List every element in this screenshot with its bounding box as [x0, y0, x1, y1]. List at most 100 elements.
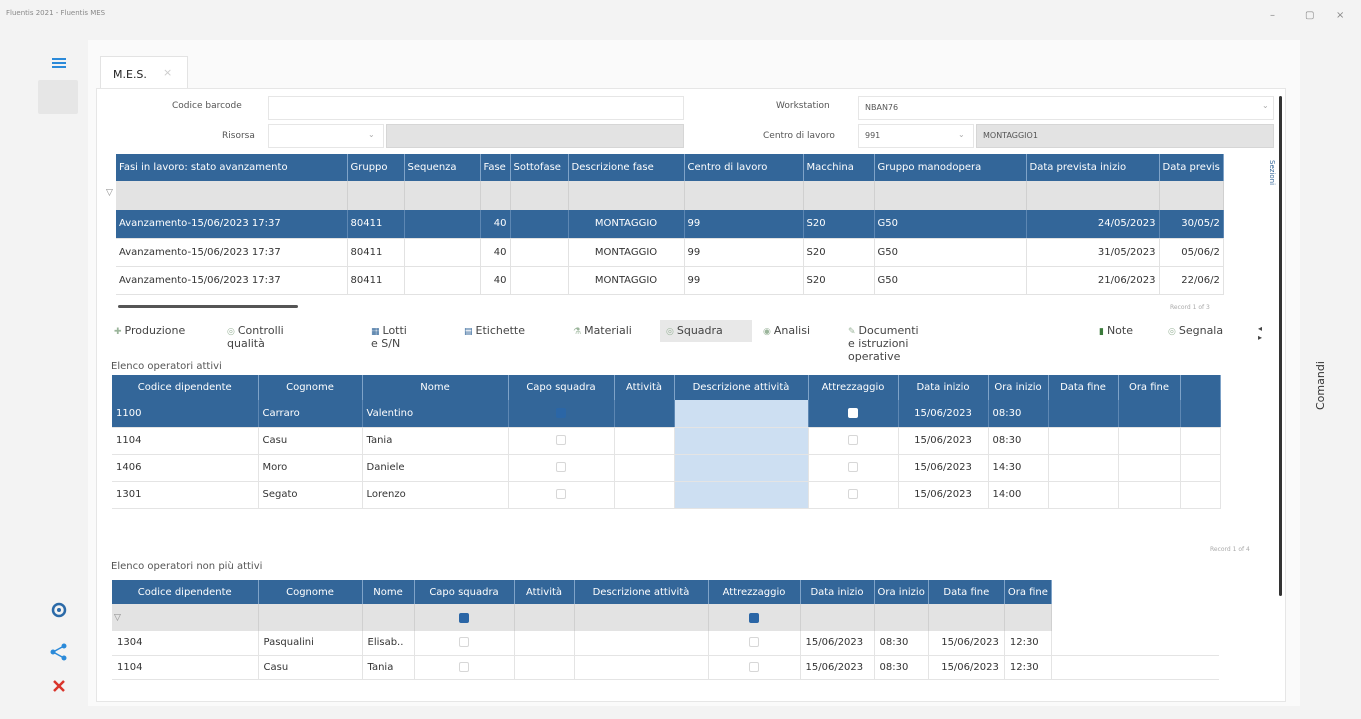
close-button[interactable]	[38, 672, 78, 706]
capo-squadra-checkbox[interactable]	[508, 481, 615, 509]
table-row[interactable]: 1304 Pasqualini Elisab.. 15/06/2023 08:3…	[112, 631, 1220, 656]
col-header[interactable]: Descrizione attività	[574, 580, 709, 604]
capo-squadra-checkbox[interactable]	[414, 655, 515, 680]
col-header[interactable]: Data prevista inizio	[1026, 154, 1160, 181]
col-header[interactable]: Capo squadra	[414, 580, 515, 604]
risorsa-label: Risorsa	[222, 131, 255, 141]
col-header[interactable]: Ora fine	[1004, 580, 1052, 604]
table-row[interactable]: 1100 Carraro Valentino 15/06/2023 08:30	[112, 400, 1221, 428]
tab-mes[interactable]: M.E.S. ×	[100, 56, 188, 90]
attrezzaggio-checkbox[interactable]	[808, 400, 899, 428]
workstation-label: Workstation	[776, 101, 830, 111]
barcode-input[interactable]	[268, 96, 684, 120]
capo-squadra-checkbox[interactable]	[508, 454, 615, 482]
col-header[interactable]: Data inizio	[898, 375, 989, 400]
capo-squadra-checkbox[interactable]	[508, 400, 615, 428]
tab-documenti[interactable]: ✎ Documenti e istruzioni operative	[848, 320, 919, 363]
cell	[510, 266, 569, 295]
table-row[interactable]: 1406 Moro Daniele 15/06/2023 14:30	[112, 454, 1221, 482]
tab-note[interactable]: ▮ Note	[1099, 320, 1133, 342]
risorsa-select[interactable]	[268, 124, 384, 148]
filter-row[interactable]	[116, 181, 1224, 210]
col-header[interactable]: Ora fine	[1118, 375, 1181, 400]
col-header[interactable]: Fase	[480, 154, 511, 181]
col-header[interactable]: Descrizione fase	[568, 154, 685, 181]
cell: 1304	[112, 631, 259, 656]
col-header[interactable]: Ora inizio	[988, 375, 1049, 400]
tab-etichette[interactable]: ▤ Etichette	[464, 320, 525, 342]
col-header[interactable]: Cognome	[258, 580, 363, 604]
col-header[interactable]: Cognome	[258, 375, 363, 400]
col-header[interactable]: Ora inizio	[874, 580, 929, 604]
table-row[interactable]: 1301 Segato Lorenzo 15/06/2023 14:00	[112, 481, 1221, 509]
table-row[interactable]: Avanzamento-15/06/2023 17:37 80411 40 MO…	[116, 266, 1224, 295]
attrezzaggio-checkbox[interactable]	[708, 631, 801, 656]
col-header[interactable]: Gruppo manodopera	[874, 154, 1027, 181]
col-header[interactable]: Data inizio	[800, 580, 875, 604]
col-header[interactable]: Codice dipendente	[112, 580, 259, 604]
table-row[interactable]: Avanzamento-15/06/2023 17:37 80411 40 MO…	[116, 238, 1224, 267]
col-header[interactable]: Attrezzaggio	[808, 375, 899, 400]
inactive-operators-grid: Codice dipendente Cognome Nome Capo squa…	[112, 580, 1220, 680]
col-header[interactable]: Fasi in lavoro: stato avanzamento	[116, 154, 348, 181]
table-row[interactable]: 1104 Casu Tania 15/06/2023 08:30	[112, 427, 1221, 455]
attrezzaggio-checkbox[interactable]	[808, 454, 899, 482]
commands-panel[interactable]: Comandi	[1300, 40, 1360, 706]
attrezzaggio-checkbox[interactable]	[808, 481, 899, 509]
col-header[interactable]: Macchina	[803, 154, 875, 181]
attrezzaggio-checkbox[interactable]	[808, 427, 899, 455]
vertical-scrollbar[interactable]	[1279, 96, 1282, 596]
sections-side-tab[interactable]: Sezioni	[1264, 156, 1278, 206]
tab-mes-label: M.E.S.	[113, 68, 147, 81]
col-header[interactable]: Nome	[362, 375, 509, 400]
col-header[interactable]: Data previs	[1159, 154, 1224, 181]
tab-squadra[interactable]: ◎ Squadra	[660, 320, 752, 342]
left-rail	[38, 44, 80, 704]
tab-materiali[interactable]: ⚗ Materiali	[573, 320, 632, 342]
col-header[interactable]: Centro di lavoro	[684, 154, 804, 181]
tab-close-icon[interactable]: ×	[163, 66, 172, 79]
col-header[interactable]: Attrezzaggio	[708, 580, 801, 604]
filter-icon: ▽	[106, 188, 113, 198]
tab-segnala[interactable]: ◎ Segnala	[1168, 320, 1223, 342]
tab-label: Segnala	[1178, 324, 1224, 337]
share-button[interactable]	[38, 638, 78, 672]
attrezzaggio-checkbox[interactable]	[708, 655, 801, 680]
capo-squadra-checkbox[interactable]	[508, 427, 615, 455]
tab-controlli-qualita[interactable]: ◎ Controlli qualità	[227, 320, 284, 350]
tab-produzione[interactable]: ✚ Produzione	[114, 320, 185, 342]
filter-row[interactable]: ▽	[112, 604, 1220, 631]
tab-lotti[interactable]: ▦ Lotti e S/N	[371, 320, 407, 350]
table-row[interactable]: 1104 Casu Tania 15/06/2023 08:30 15/06/2…	[112, 655, 1220, 680]
settings-button[interactable]	[38, 596, 78, 630]
workstation-select[interactable]: NBAN76	[858, 96, 1274, 120]
capo-squadra-filter[interactable]	[414, 604, 515, 631]
col-header[interactable]: Descrizione attività	[674, 375, 809, 400]
cell	[510, 238, 569, 267]
col-header[interactable]: Data fine	[1048, 375, 1119, 400]
col-header[interactable]: Attività	[614, 375, 675, 400]
minimize-button[interactable]: –	[1270, 10, 1275, 21]
cell: 80411	[347, 238, 405, 267]
attrezzaggio-filter[interactable]	[708, 604, 801, 631]
horizontal-scrollbar[interactable]	[118, 305, 298, 308]
tabs-scroll-arrows[interactable]: ◂ ▸	[1258, 320, 1262, 342]
cell: Segato	[258, 481, 363, 509]
close-window-button[interactable]: ×	[1336, 10, 1344, 21]
capo-squadra-checkbox[interactable]	[414, 631, 515, 656]
maximize-button[interactable]: ▢	[1305, 10, 1314, 21]
menu-button[interactable]	[38, 48, 78, 82]
col-header[interactable]: Nome	[362, 580, 415, 604]
col-header[interactable]: Codice dipendente	[112, 375, 259, 400]
col-header[interactable]: Gruppo	[347, 154, 405, 181]
tab-analisi[interactable]: ◉ Analisi	[763, 320, 810, 342]
col-header[interactable]: Capo squadra	[508, 375, 615, 400]
col-header[interactable]: Sequenza	[404, 154, 481, 181]
col-header[interactable]: Sottofase	[510, 154, 569, 181]
table-row[interactable]: Avanzamento-15/06/2023 17:37 80411 40 MO…	[116, 210, 1224, 239]
col-header[interactable]: Attività	[514, 580, 575, 604]
home-button[interactable]	[38, 80, 78, 114]
col-header[interactable]: Data fine	[928, 580, 1005, 604]
centro-lavoro-select[interactable]: 991	[858, 124, 974, 148]
cell: Avanzamento-15/06/2023 17:37	[116, 210, 348, 239]
